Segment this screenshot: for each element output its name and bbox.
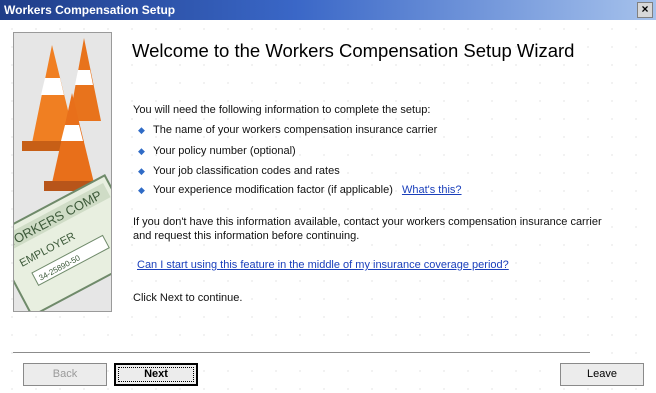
list-item: ◆ Your job classification codes and rates (138, 165, 340, 177)
coverage-period-link[interactable]: Can I start using this feature in the mi… (137, 259, 509, 271)
focus-rect (118, 367, 194, 382)
whats-this-link[interactable]: What's this? (402, 184, 462, 196)
workers-comp-illustration: WORKERS COMP EMPLOYER 34-25890-50 (13, 32, 112, 312)
list-item: ◆ Your policy number (optional) (138, 145, 296, 157)
window-title: Workers Compensation Setup (4, 3, 176, 17)
leave-button[interactable]: Leave (560, 363, 644, 386)
divider (13, 352, 590, 354)
info-text-line-1: If you don't have this information avail… (133, 216, 602, 228)
bullet-icon: ◆ (138, 166, 145, 176)
back-button[interactable]: Back (23, 363, 107, 386)
wizard-window: Workers Compensation Setup × WORKERS COM… (0, 0, 656, 393)
list-item: ◆ Your experience modification factor (if… (138, 184, 462, 196)
bullet-icon: ◆ (138, 146, 145, 156)
info-text-line-2: and request this information before cont… (133, 230, 360, 242)
traffic-cones-illustration: WORKERS COMP EMPLOYER 34-25890-50 (14, 33, 111, 311)
list-item: ◆ The name of your workers compensation i… (138, 124, 438, 136)
title-bar[interactable]: Workers Compensation Setup × (0, 0, 656, 20)
continue-text: Click Next to continue. (133, 292, 243, 304)
page-title: Welcome to the Workers Compensation Setu… (132, 40, 575, 61)
bullet-icon: ◆ (138, 125, 145, 135)
close-icon[interactable]: × (637, 2, 653, 18)
next-button[interactable]: Next (114, 363, 198, 386)
bullet-icon: ◆ (138, 185, 145, 195)
intro-text: You will need the following information … (133, 104, 431, 116)
